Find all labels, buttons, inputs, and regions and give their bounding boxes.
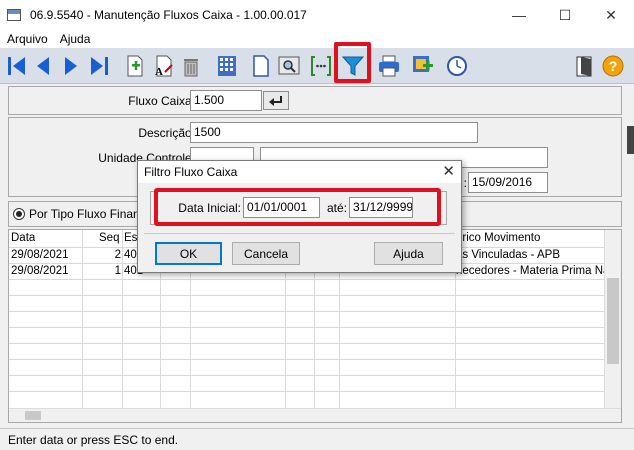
enter-button[interactable] xyxy=(263,91,289,110)
cancel-button[interactable]: Cancela xyxy=(232,242,300,265)
dialog-close-button[interactable]: ✕ xyxy=(442,162,455,180)
row-1-data[interactable]: 29/08/2021 xyxy=(11,249,69,261)
select-range-icon xyxy=(311,56,331,76)
clock-icon xyxy=(447,56,467,76)
radio-tipo-fluxo-label: Por Tipo Fluxo Financ xyxy=(29,207,146,221)
minimize-button[interactable]: — xyxy=(496,0,542,30)
help-icon: ? xyxy=(602,55,624,77)
menu-bar: Arquivo Ajuda xyxy=(0,30,634,48)
edit-text-icon: A xyxy=(155,55,173,78)
column-header-seq[interactable]: Seq xyxy=(99,232,119,244)
select-range-button[interactable] xyxy=(308,52,334,80)
dialog-title: Filtro Fluxo Caixa xyxy=(144,165,238,179)
filter-dialog: Filtro Fluxo Caixa ✕ Data Inicial: 01/01… xyxy=(137,160,462,273)
row-1-historico[interactable]: as Vinculadas - APB xyxy=(456,249,560,261)
dialog-help-button[interactable]: Ajuda xyxy=(374,242,443,265)
delete-button[interactable] xyxy=(178,52,204,80)
preview-button[interactable] xyxy=(276,52,302,80)
ok-button[interactable]: OK xyxy=(155,242,222,265)
date-input[interactable]: 15/09/2016 xyxy=(468,172,548,193)
ate-label: até: xyxy=(326,201,347,215)
print-icon xyxy=(379,55,399,77)
previous-record-icon xyxy=(37,57,49,75)
next-record-icon xyxy=(65,57,77,75)
edit-text-button[interactable]: A xyxy=(150,52,176,80)
maximize-button[interactable]: ☐ xyxy=(542,0,588,30)
next-record-button[interactable] xyxy=(58,52,84,80)
add-record-icon xyxy=(127,55,143,77)
grid-vertical-scrollbar[interactable] xyxy=(604,230,621,410)
fluxo-caixa-input[interactable]: 1.500 xyxy=(190,90,262,111)
grid-button[interactable] xyxy=(214,52,240,80)
row-2-data[interactable]: 29/08/2021 xyxy=(11,265,69,277)
ate-input[interactable]: 31/12/9999 xyxy=(349,197,413,218)
svg-text:?: ? xyxy=(609,58,618,74)
preview-icon xyxy=(278,56,300,75)
column-header-data[interactable]: Data xyxy=(11,232,35,244)
status-message: Enter data or press ESC to end. xyxy=(8,432,179,447)
export-button[interactable] xyxy=(410,52,436,80)
row-2-seq[interactable]: 1 xyxy=(109,265,121,277)
menu-arquivo[interactable]: Arquivo xyxy=(0,32,53,46)
row-1-seq[interactable]: 2 xyxy=(109,249,121,261)
dialog-title-bar: Filtro Fluxo Caixa ✕ xyxy=(138,161,461,183)
last-record-button[interactable] xyxy=(86,52,112,80)
new-document-icon xyxy=(253,55,269,77)
vertical-scroll-thumb[interactable] xyxy=(607,278,619,364)
delete-trash-icon xyxy=(184,59,198,77)
filter-funnel-icon xyxy=(341,56,365,76)
window-title: 06.9.5540 - Manutenção Fluxos Caixa - 1.… xyxy=(30,8,307,22)
horizontal-scroll-thumb[interactable] xyxy=(25,411,41,420)
filter-button[interactable] xyxy=(340,52,366,80)
add-record-button[interactable] xyxy=(122,52,148,80)
print-button[interactable] xyxy=(376,52,402,80)
row-2-historico[interactable]: necedores - Materia Prima Nac xyxy=(456,265,615,277)
first-record-button[interactable] xyxy=(4,52,30,80)
menu-ajuda[interactable]: Ajuda xyxy=(53,32,96,46)
exit-door-icon xyxy=(576,56,592,77)
dialog-separator xyxy=(144,233,455,234)
data-inicial-input[interactable]: 01/01/0001 xyxy=(243,197,320,218)
column-header-historico[interactable]: órico Movimento xyxy=(456,232,540,244)
window-controls: — ☐ ✕ xyxy=(496,0,634,30)
help-button[interactable]: ? xyxy=(600,52,626,80)
svg-text:A: A xyxy=(155,66,163,78)
last-record-icon xyxy=(91,57,108,75)
edge-strip xyxy=(627,126,634,154)
export-icon xyxy=(413,56,433,72)
grid-horizontal-scrollbar[interactable] xyxy=(9,408,621,422)
first-record-icon xyxy=(8,57,25,75)
close-button[interactable]: ✕ xyxy=(588,0,634,30)
grid-calculator-icon xyxy=(218,56,236,76)
title-bar: 06.9.5540 - Manutenção Fluxos Caixa - 1.… xyxy=(0,0,634,30)
descricao-label: Descrição: xyxy=(138,126,195,140)
enter-arrow-icon xyxy=(269,95,282,106)
fluxo-caixa-panel: Fluxo Caixa: 1.500 xyxy=(8,86,622,115)
app-icon xyxy=(7,9,21,21)
date-range-group: Data Inicial: 01/01/0001 até: 31/12/9999 xyxy=(150,191,447,225)
previous-record-button[interactable] xyxy=(30,52,56,80)
clock-button[interactable] xyxy=(444,52,470,80)
status-bar: Enter data or press ESC to end. xyxy=(0,428,634,450)
exit-button[interactable] xyxy=(572,52,598,80)
fluxo-caixa-label: Fluxo Caixa: xyxy=(128,94,195,108)
data-inicial-label: Data Inicial: xyxy=(178,201,241,215)
toolbar: A ? xyxy=(0,48,634,84)
new-document-button[interactable] xyxy=(248,52,274,80)
radio-tipo-fluxo[interactable] xyxy=(13,208,25,220)
descricao-input[interactable]: 1500 xyxy=(190,122,478,143)
